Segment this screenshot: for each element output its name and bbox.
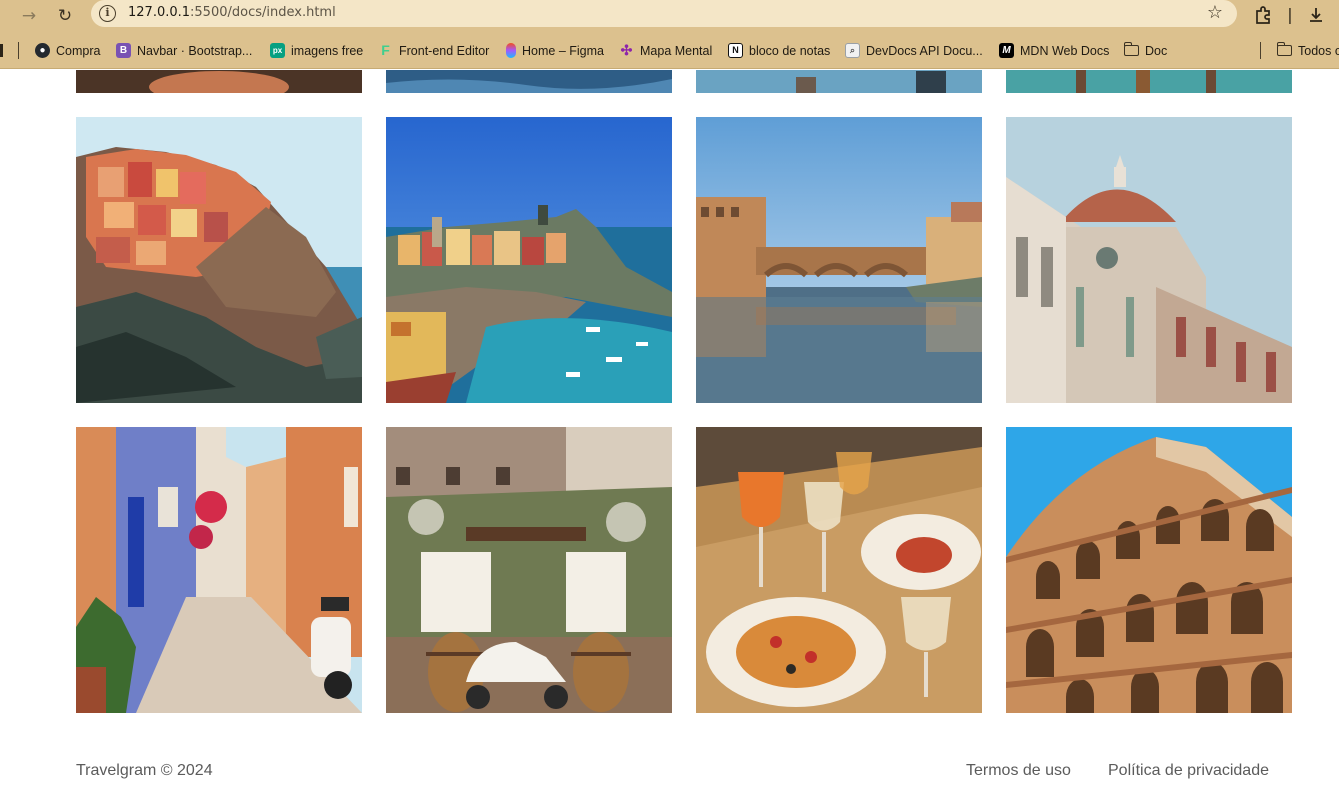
forward-arrow-icon[interactable]: →: [17, 4, 41, 28]
figma-icon: [506, 43, 516, 58]
gallery-image[interactable]: [1006, 117, 1292, 403]
url-path: :5500/docs/index.html: [190, 5, 336, 20]
bookmark-folder-doc[interactable]: Doc: [1124, 42, 1167, 59]
gallery-image[interactable]: [696, 427, 982, 713]
folder-icon: [1124, 42, 1139, 56]
site-info-icon[interactable]: i: [99, 5, 116, 22]
folder-icon: [1277, 42, 1292, 56]
gallery-image[interactable]: [76, 427, 362, 713]
bookmark-imagens-free[interactable]: px imagens free: [270, 42, 363, 59]
bookmark-label: Compra: [56, 43, 101, 58]
bookmark-bloco-de-notas[interactable]: N bloco de notas: [728, 42, 830, 59]
bookmark-bootstrap[interactable]: B Navbar · Bootstrap...: [116, 42, 252, 59]
devdocs-icon: ⌕: [845, 43, 860, 58]
bookmark-compra[interactable]: ● Compra: [35, 42, 100, 59]
bookmark-star-icon[interactable]: ☆: [1207, 2, 1223, 23]
browser-toolbar: → ↻ i 127.0.0.1:5500/docs/index.html ☆ |: [0, 0, 1339, 32]
footer-link-privacy[interactable]: Política de privacidade: [1108, 762, 1269, 780]
other-bookmarks-label: Todos o: [1298, 43, 1339, 58]
rome-colosseum: [1006, 427, 1292, 713]
bookmark-devdocs[interactable]: ⌕ DevDocs API Docu...: [845, 42, 983, 59]
bookmark-label: Navbar · Bootstrap...: [137, 43, 253, 58]
gallery-image[interactable]: [386, 427, 672, 713]
aperol-and-seafood-pasta: [696, 427, 982, 713]
ponte-vecchio-florence: [696, 117, 982, 403]
gallery-image-partial[interactable]: [696, 70, 982, 93]
bookmark-frontend-editor[interactable]: F Front-end Editor: [378, 42, 489, 59]
bookmarks-separator: [1260, 42, 1261, 59]
bookmark-label: bloco de notas: [749, 43, 831, 58]
bootstrap-icon: B: [116, 43, 131, 58]
download-icon[interactable]: [1304, 3, 1328, 27]
bookmarks-separator: [18, 42, 19, 59]
pexels-icon: px: [270, 43, 285, 58]
vernazza-harbor: [386, 117, 672, 403]
address-bar[interactable]: i 127.0.0.1:5500/docs/index.html ☆: [91, 0, 1237, 27]
florence-cathedral-dome: [1006, 117, 1292, 403]
gallery-image-partial[interactable]: [1006, 70, 1292, 93]
gallery-image-partial[interactable]: [76, 70, 362, 93]
bookmark-label: DevDocs API Docu...: [866, 43, 983, 58]
bookmark-label: Home – Figma: [522, 43, 604, 58]
colorful-alley-with-vespa: [76, 427, 362, 713]
bookmark-label: Mapa Mental: [640, 43, 713, 58]
bookmark-label: MDN Web Docs: [1020, 43, 1110, 58]
reload-icon[interactable]: ↻: [53, 4, 77, 28]
mind-map-icon: ✣: [620, 42, 633, 58]
cinque-terre-cliff-village: [76, 117, 362, 403]
mdn-icon: M: [999, 43, 1014, 58]
page-content: Travelgram © 2024 Termos de uso Política…: [0, 70, 1339, 789]
bookmark-label: imagens free: [291, 43, 364, 58]
bookmark-figma[interactable]: Home – Figma: [506, 42, 604, 59]
apps-grid-icon[interactable]: [0, 44, 3, 57]
footer-copyright: Travelgram © 2024: [76, 762, 213, 779]
toolbar-separator: |: [1287, 5, 1293, 24]
bookmarks-bar: ● Compra B Navbar · Bootstrap... px imag…: [0, 32, 1339, 69]
github-icon: ●: [35, 43, 50, 58]
gallery-image[interactable]: [76, 117, 362, 403]
url-host: 127.0.0.1: [128, 5, 191, 20]
bookmark-label: Doc: [1145, 43, 1168, 58]
bookmark-label: Front-end Editor: [399, 43, 490, 58]
bookmark-mapa-mental[interactable]: ✣ Mapa Mental: [619, 42, 713, 59]
url-text[interactable]: 127.0.0.1:5500/docs/index.html: [128, 5, 336, 20]
gallery-image-partial[interactable]: [386, 70, 672, 93]
footer-link-terms[interactable]: Termos de uso: [966, 762, 1071, 780]
gallery-image[interactable]: [1006, 427, 1292, 713]
notion-icon: N: [728, 43, 743, 58]
bookmark-mdn[interactable]: M MDN Web Docs: [999, 42, 1109, 59]
gallery-image[interactable]: [386, 117, 672, 403]
other-bookmarks-folder[interactable]: Todos o: [1277, 42, 1339, 59]
gallery-image[interactable]: [696, 117, 982, 403]
restaurant-with-vespa-and-barrels: [386, 427, 672, 713]
extensions-icon[interactable]: [1251, 3, 1275, 27]
frontend-editor-icon: F: [381, 42, 390, 58]
